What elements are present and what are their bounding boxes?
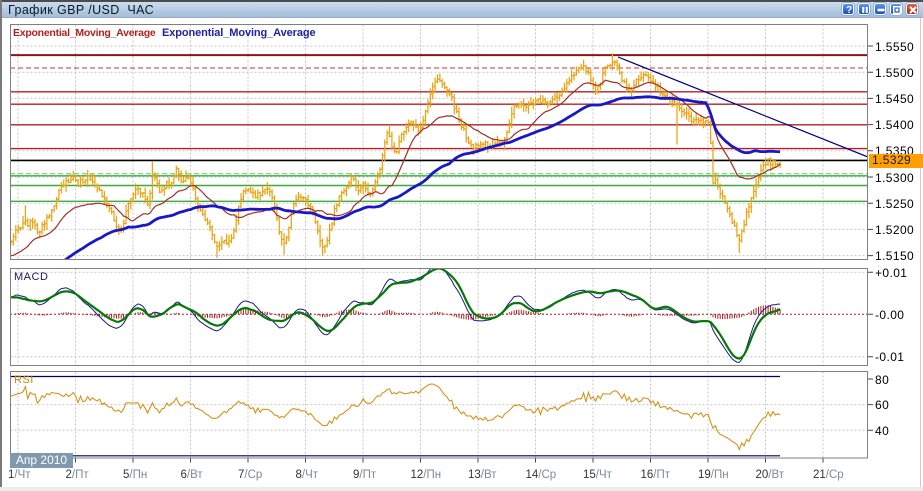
svg-text:?: ?	[846, 5, 852, 15]
